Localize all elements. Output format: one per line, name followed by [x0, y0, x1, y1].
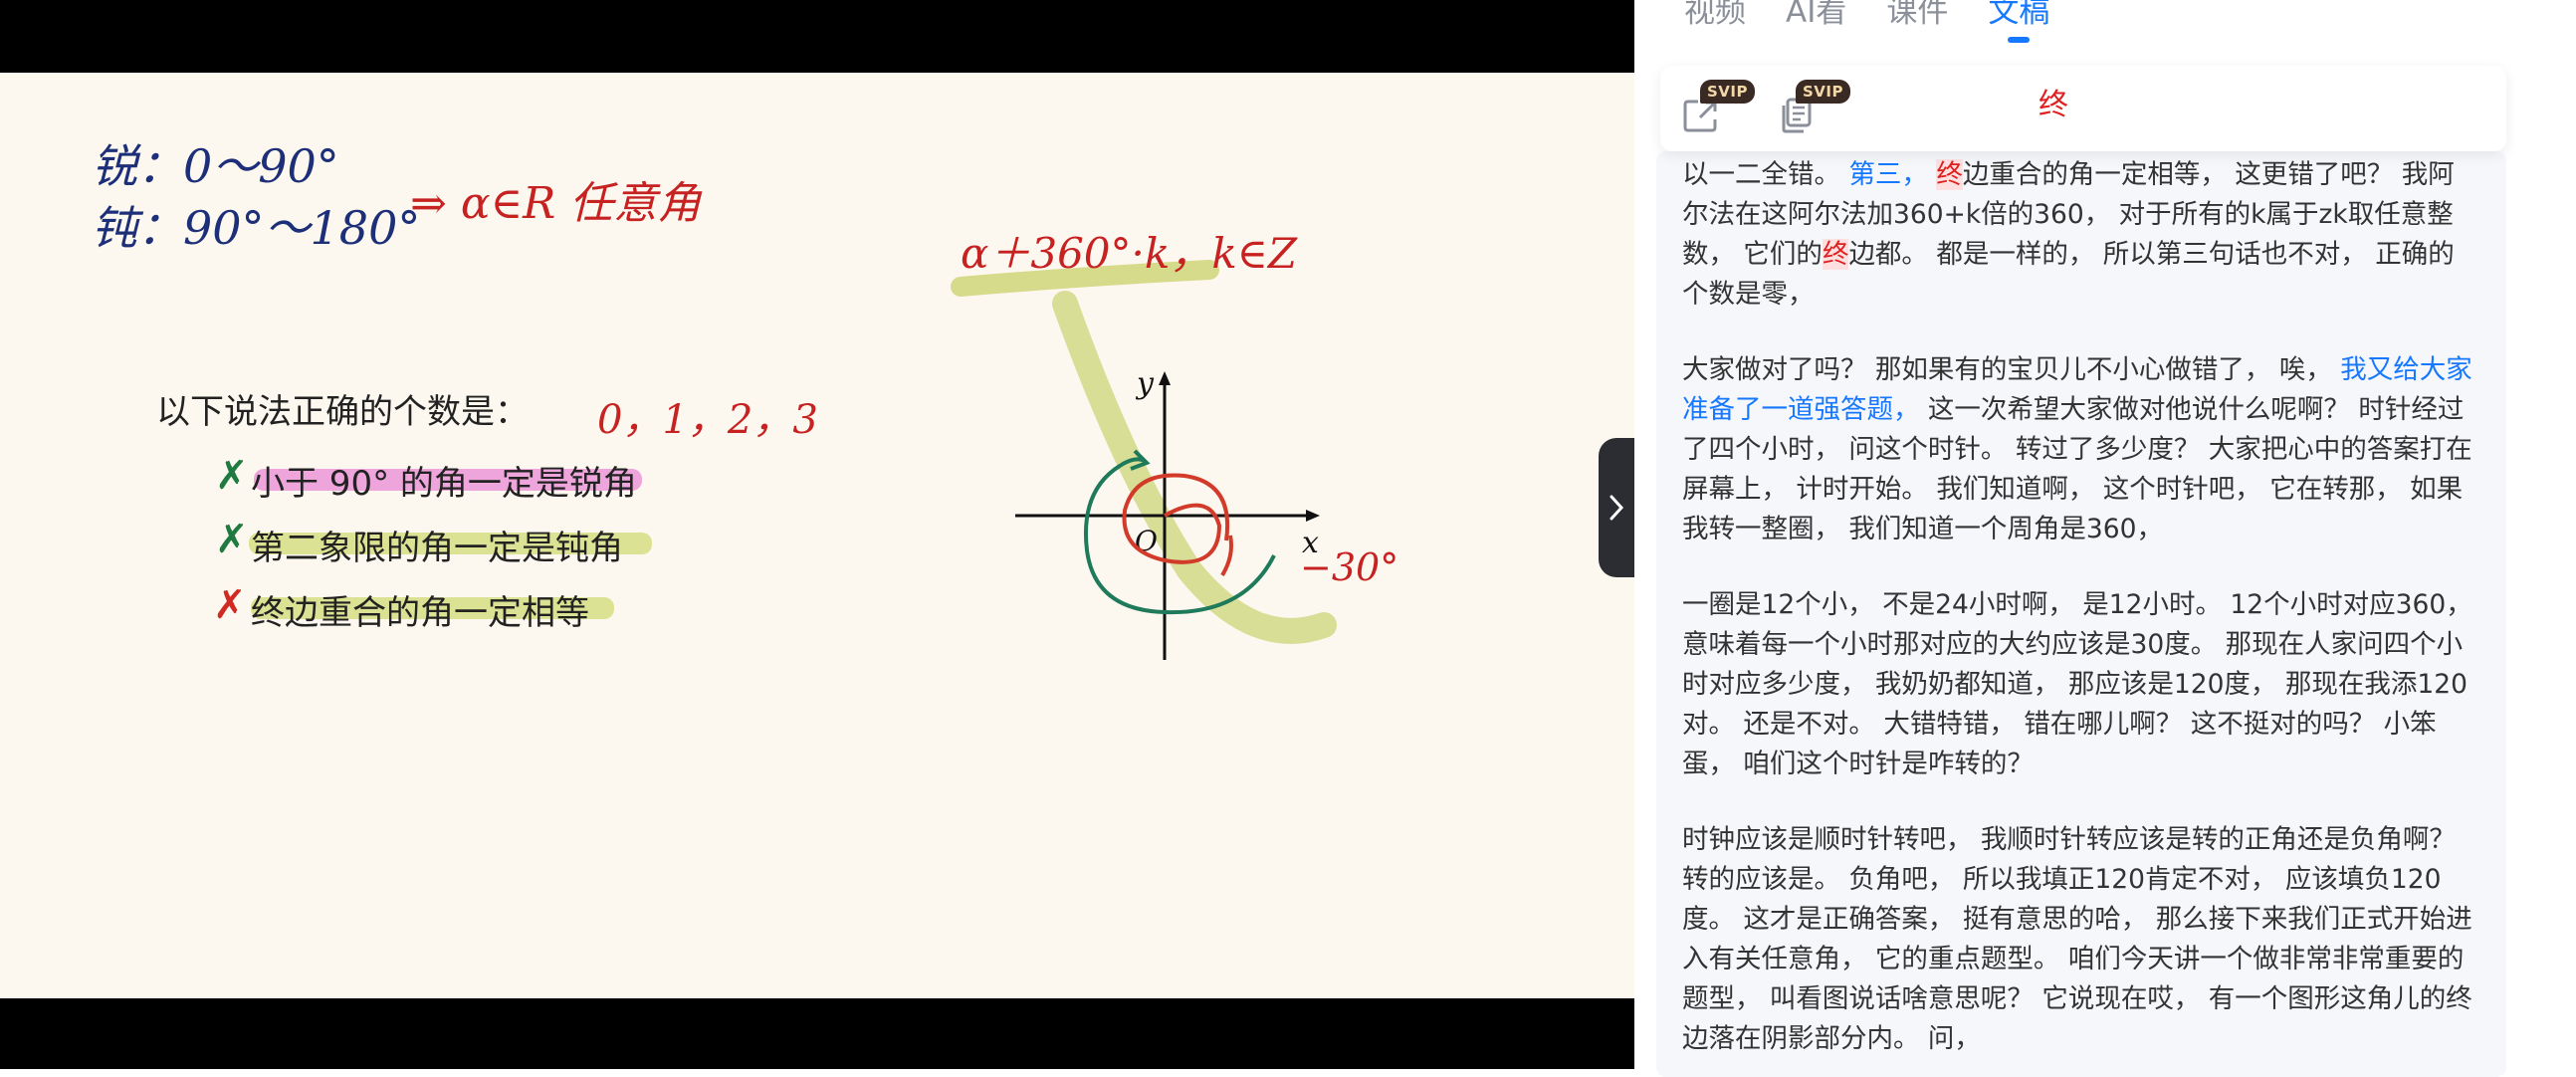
transcript-paragraph[interactable]: 一圈是12个小， 不是24小时啊， 是12小时。 12个小时对应360， 意味着… [1682, 585, 2480, 784]
wrong-mark-1: ✗ [215, 453, 249, 499]
tab-ai-watch[interactable]: AI看 [1786, 0, 1846, 31]
transcript-paragraph[interactable]: 时钟应该是顺时针转吧， 我顺时针转应该是转的正角还是负角啊？ 转的应该是。 负角… [1682, 820, 2480, 1059]
any-angle-note: ⇒ α∈R 任意角 [410, 178, 703, 229]
search-hit: 终 [1936, 159, 1963, 190]
transcript-paragraph[interactable]: 大家做对了吗？ 那如果有的宝贝儿不小心做错了， 唉， 我又给大家准备了一道强答题… [1682, 350, 2480, 549]
transcript-paragraph[interactable]: 以一二全错。 第三， 终边重合的角一定相等， 这更错了吧？ 我阿尔法在这阿尔法加… [1682, 155, 2480, 315]
transcript-text: 一圈是12个小， 不是24小时啊， 是12小时。 12个小时对应360， 意味着… [1682, 589, 2472, 779]
panel-tabs: 视频 AI看 课件 文稿 [1684, 0, 2049, 43]
svip-badge: SVIP [1700, 80, 1755, 104]
keyword-highlight: 第三， [1848, 159, 1928, 190]
collapse-panel-button[interactable] [1599, 438, 1634, 577]
chevron-right-icon [1610, 495, 1624, 521]
coterminal-formula: α＋360°·k，k∈Z [961, 229, 1298, 278]
tab-video[interactable]: 视频 [1684, 0, 1746, 31]
answer-options: 0，1，2，3 [597, 397, 818, 443]
transcript-content[interactable]: 以一二全错。 第三， 终边重合的角一定相等， 这更错了吧？ 我阿尔法在这阿尔法加… [1656, 151, 2506, 1077]
statement-1: 小于 90° 的角一定是锐角 [251, 464, 637, 504]
side-panel: 视频 AI看 课件 文稿 SVIP SVIP 终 以一二全错。 第三， 终边重合… [1634, 0, 2576, 1077]
copy-button[interactable]: SVIP [1776, 80, 1850, 139]
question-text: 以下说法正确的个数是： [156, 392, 529, 432]
statement-3: 终边重合的角一定相等 [251, 593, 589, 633]
statement-2: 第二象限的角一定是钝角 [251, 529, 623, 568]
wrong-mark-3: ✗ [213, 582, 247, 628]
obtuse-definition: 钝：90°～180° [92, 201, 420, 255]
tab-transcript[interactable]: 文稿 [1988, 0, 2049, 43]
angle-label: −30° [1300, 545, 1398, 589]
lecture-slide: 锐：0～90° 钝：90°～180° ⇒ α∈R 任意角 α＋360°·k，k∈… [0, 73, 1634, 998]
search-term-indicator[interactable]: 终 [2039, 80, 2068, 123]
acute-definition: 锐：0～90° [92, 139, 339, 193]
transcript-text: 大家做对了吗？ 那如果有的宝贝儿不小心做错了， 唉， [1682, 354, 2341, 385]
video-player[interactable]: 锐：0～90° 钝：90°～180° ⇒ α∈R 任意角 α＋360°·k，k∈… [0, 0, 1634, 1069]
wrong-mark-2: ✗ [215, 517, 249, 562]
tab-courseware[interactable]: 课件 [1886, 0, 1948, 31]
y-axis-label: y [1135, 366, 1155, 401]
export-button[interactable]: SVIP [1680, 80, 1755, 139]
transcript-text: 时钟应该是顺时针转吧， 我顺时针转应该是转的正角还是负角啊？ 转的应该是。 负角… [1682, 824, 2472, 1054]
search-hit: 终 [1822, 239, 1849, 270]
transcript-toolbar: SVIP SVIP 终 [1660, 66, 2506, 151]
svip-badge: SVIP [1796, 80, 1850, 104]
transcript-text: 以一二全错。 [1682, 159, 1849, 190]
